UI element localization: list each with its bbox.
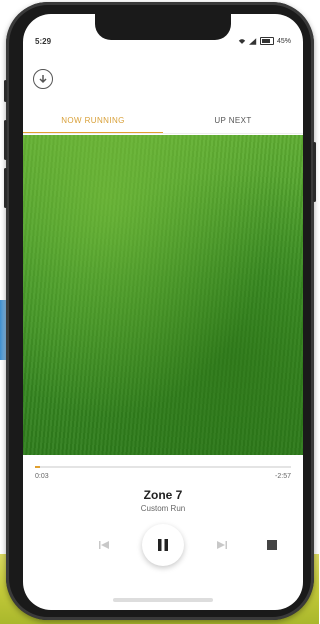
- back-arrow-icon: [39, 75, 47, 84]
- battery-percent: 45%: [276, 37, 291, 45]
- stop-icon: [267, 540, 277, 550]
- app-screen: 5:29 45% NOW RUNNING UP NEXT 0:03 -2:57 …: [23, 14, 303, 610]
- signal-icon: [248, 37, 257, 45]
- status-time: 5:29: [35, 37, 52, 46]
- zone-photo: [23, 135, 303, 455]
- side-button: [4, 168, 7, 208]
- side-button: [4, 80, 7, 102]
- side-button: [4, 120, 7, 160]
- next-icon: [217, 541, 227, 549]
- pause-button[interactable]: [142, 524, 184, 566]
- tab-up-next[interactable]: UP NEXT: [163, 110, 303, 134]
- zone-title: Zone 7: [143, 488, 183, 502]
- zone-subtitle: Custom Run: [140, 504, 186, 513]
- tab-bar: NOW RUNNING UP NEXT: [23, 110, 303, 134]
- battery-icon: [259, 37, 274, 45]
- pause-icon: [158, 539, 168, 551]
- side-button: [313, 142, 316, 202]
- wifi-icon: [238, 38, 246, 44]
- back-button[interactable]: [33, 69, 53, 89]
- next-button[interactable]: [213, 536, 231, 554]
- previous-button[interactable]: [95, 536, 113, 554]
- elapsed-time: 0:03: [35, 473, 49, 480]
- progress-fill: [35, 466, 41, 468]
- previous-icon: [99, 541, 109, 549]
- remaining-time: -2:57: [275, 473, 291, 480]
- notch: [95, 14, 231, 40]
- divider: [23, 133, 303, 134]
- home-indicator: [113, 598, 213, 602]
- stop-button[interactable]: [263, 536, 281, 554]
- status-icons: 45%: [238, 37, 291, 45]
- progress-bar[interactable]: [35, 466, 291, 468]
- tab-now-running[interactable]: NOW RUNNING: [23, 110, 163, 134]
